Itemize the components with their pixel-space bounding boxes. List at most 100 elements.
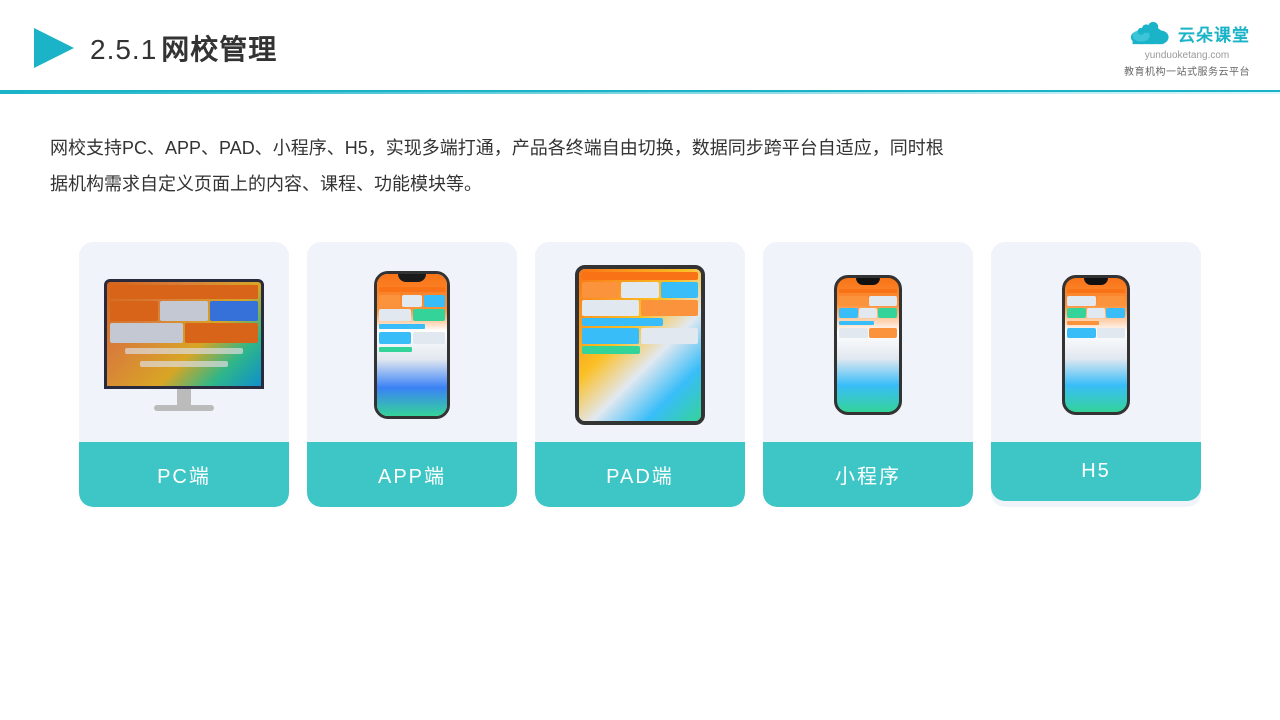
- monitor-col-3: [210, 301, 258, 321]
- monitor-col-4: [110, 323, 183, 343]
- ps-bar-3: [379, 347, 412, 352]
- tablet-body: [575, 265, 705, 425]
- pms-col-10: [1067, 308, 1086, 318]
- monitor-stand: [177, 389, 191, 405]
- card-h5-label: H5: [991, 442, 1201, 501]
- phone-mockup: [374, 271, 450, 419]
- phone-mini-screen-2: [1065, 278, 1127, 412]
- ts-row-2: [582, 300, 698, 316]
- pms-col-4: [859, 308, 878, 318]
- phone-body: [374, 271, 450, 419]
- pms-col-5: [878, 308, 897, 318]
- pms-bar-3: [1067, 289, 1125, 293]
- pms-bar-1: [839, 289, 897, 293]
- card-app: APP端: [307, 242, 517, 507]
- pms-col-12: [1106, 308, 1125, 318]
- monitor-bar-orange: [110, 285, 258, 299]
- monitor-base: [154, 405, 214, 411]
- ps-col-3: [424, 295, 445, 307]
- pms-col-2: [869, 296, 898, 306]
- logo-area: 云朵课堂 yunduoketang.com 教育机构一站式服务云平台: [1124, 18, 1250, 78]
- ps-row-1: [379, 295, 445, 307]
- monitor-content: [107, 282, 261, 386]
- pms-row-1: [839, 296, 897, 306]
- pms-col-6: [839, 328, 868, 338]
- ps-col-6: [379, 332, 411, 344]
- ps-col-5: [413, 309, 445, 321]
- card-pad-label: PAD端: [535, 442, 745, 507]
- ps-row-3: [379, 332, 445, 344]
- card-pc: PC端: [79, 242, 289, 507]
- pms-col-1: [839, 296, 868, 306]
- ts-col-3: [661, 282, 698, 298]
- card-app-image: [307, 242, 517, 442]
- monitor-bar-1: [125, 348, 243, 354]
- phone-screen: [377, 274, 447, 416]
- pms-col-8: [1067, 296, 1096, 306]
- phone-screen-inner: [377, 284, 447, 416]
- pms-col-14: [1097, 328, 1126, 338]
- card-h5: H5: [991, 242, 1201, 507]
- monitor-bar-2: [140, 361, 229, 367]
- ps-col-1: [379, 295, 400, 307]
- cards-container: PC端: [0, 222, 1280, 537]
- card-miniprogram: 小程序: [763, 242, 973, 507]
- pms-col-3: [839, 308, 858, 318]
- ts-col-4: [582, 300, 639, 316]
- card-h5-image: [991, 242, 1201, 442]
- pms-bar-2: [839, 321, 874, 325]
- card-pc-label: PC端: [79, 442, 289, 507]
- pms-col-9: [1097, 296, 1126, 306]
- monitor-row-1: [110, 301, 258, 321]
- card-pc-image: [79, 242, 289, 442]
- ts-col-5: [641, 300, 698, 316]
- ps-col-7: [413, 332, 445, 344]
- phone-notch: [398, 274, 426, 282]
- ts-row-3: [582, 328, 698, 344]
- ts-col-6: [582, 328, 639, 344]
- card-app-label: APP端: [307, 442, 517, 507]
- ps-bar-1: [379, 287, 445, 292]
- card-pad-image: [535, 242, 745, 442]
- ps-row-2: [379, 309, 445, 321]
- pms-col-13: [1067, 328, 1096, 338]
- ts-row-1: [582, 282, 698, 298]
- phone-mini-notch-1: [856, 278, 880, 285]
- logo-text: 云朵课堂: [1178, 21, 1250, 46]
- phone-mini-notch-2: [1084, 278, 1108, 285]
- monitor-col-5: [185, 323, 258, 343]
- ts-bar-3: [582, 346, 640, 354]
- ps-col-2: [402, 295, 423, 307]
- page-title: 2.5.1网校管理: [90, 28, 277, 68]
- ts-col-1: [582, 282, 619, 298]
- phone-mini-screen-1: [837, 278, 899, 412]
- logo-tagline: 教育机构一站式服务云平台: [1124, 63, 1250, 78]
- ts-col-7: [641, 328, 698, 344]
- pms-col-11: [1087, 308, 1106, 318]
- pms-col-7: [869, 328, 898, 338]
- phone-mini-mockup-1: [834, 275, 902, 415]
- card-miniprogram-label: 小程序: [763, 442, 973, 507]
- ts-col-2: [621, 282, 658, 298]
- ts-bar-2: [582, 318, 663, 326]
- monitor-mockup: [104, 279, 264, 411]
- pms-row-3: [839, 328, 897, 338]
- monitor-screen: [104, 279, 264, 389]
- logo-url: yunduoketang.com: [1145, 50, 1230, 61]
- pms-row-4: [1067, 296, 1125, 306]
- monitor-col-1: [110, 301, 158, 321]
- pms-bar-4: [1067, 321, 1099, 325]
- header: 2.5.1网校管理 云朵课堂 yunduoketang.com 教育机构一站式服…: [0, 0, 1280, 92]
- header-left: 2.5.1网校管理: [30, 26, 277, 70]
- description-text: 网校支持PC、APP、PAD、小程序、H5，实现多端打通，产品各终端自由切换，数…: [0, 94, 1000, 222]
- ts-bar-1: [582, 272, 698, 280]
- logo-icon: 云朵课堂: [1124, 18, 1250, 48]
- ps-col-4: [379, 309, 411, 321]
- ps-bar-2: [379, 324, 425, 329]
- tablet-mockup: [575, 265, 705, 425]
- phone-mini-mockup-2: [1062, 275, 1130, 415]
- play-icon: [30, 26, 74, 70]
- pms-row-2: [839, 308, 897, 318]
- tablet-screen: [579, 269, 701, 421]
- monitor-col-2: [160, 301, 208, 321]
